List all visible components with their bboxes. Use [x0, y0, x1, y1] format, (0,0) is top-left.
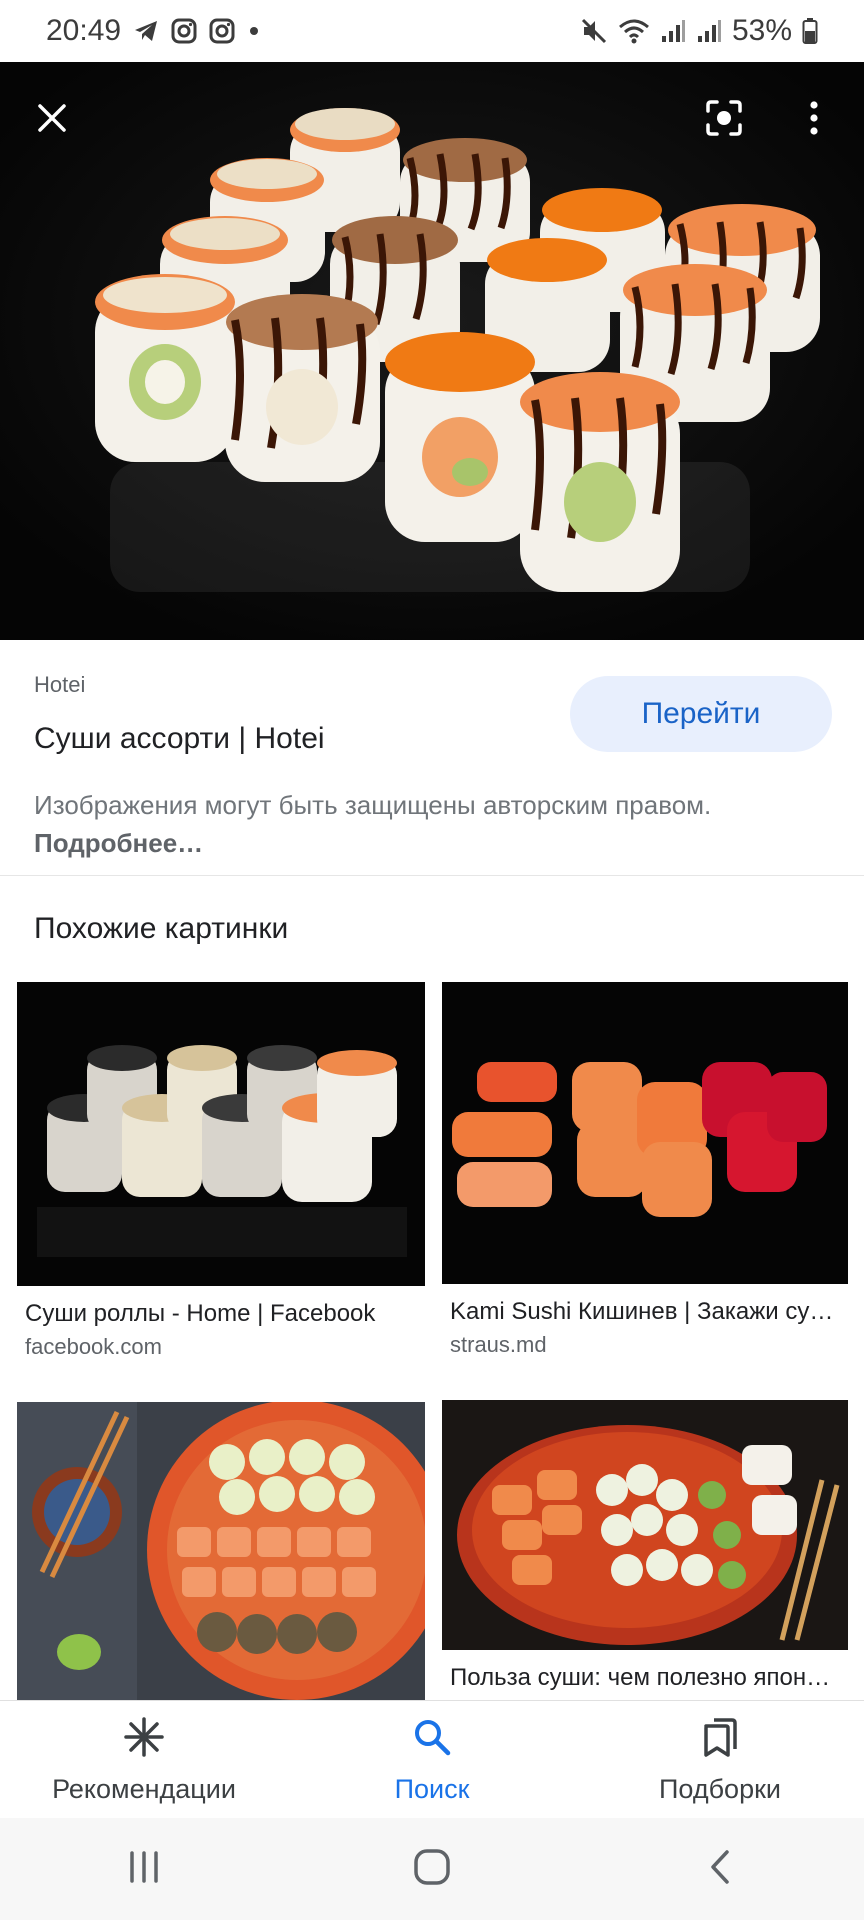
similar-image-title[interactable]: Kami Sushi Кишинев | Закажи суши...: [450, 1298, 840, 1326]
similar-heading: Похожие картинки: [34, 912, 289, 945]
nav-label: Рекомендации: [52, 1773, 236, 1804]
telegram-icon: [133, 19, 159, 43]
lens-icon: [705, 99, 743, 137]
signal-icon: [660, 18, 686, 44]
visit-button[interactable]: Перейти: [570, 676, 832, 752]
result-source[interactable]: Hotei: [34, 672, 85, 698]
more-vertical-icon: [808, 100, 820, 136]
nav-recommendations[interactable]: Рекомендации: [14, 1715, 274, 1805]
similar-image-card[interactable]: Польза суши: чем полезно японское...: [442, 1400, 848, 1692]
back-button[interactable]: [680, 1829, 760, 1909]
recent-apps-button[interactable]: [104, 1829, 184, 1909]
signal-icon: [696, 18, 722, 44]
hero-image[interactable]: [0, 62, 864, 640]
similar-image-title[interactable]: Польза суши: чем полезно японское...: [450, 1664, 840, 1692]
instagram-icon: [171, 18, 197, 44]
wifi-icon: [618, 17, 650, 45]
search-icon: [410, 1715, 454, 1766]
close-button[interactable]: [24, 90, 80, 146]
bottom-navigation: Рекомендации Поиск Подборки: [0, 1700, 864, 1818]
more-info-link[interactable]: Подробнее…: [34, 828, 203, 858]
dot-icon: [247, 24, 261, 38]
similar-image-thumb[interactable]: [442, 982, 848, 1284]
nav-label: Поиск: [394, 1773, 470, 1804]
similar-image-thumb[interactable]: [442, 1400, 848, 1650]
status-bar: 20:49 53%: [0, 0, 864, 62]
system-navigation-bar: [0, 1818, 864, 1920]
lens-button[interactable]: [696, 90, 752, 146]
result-title[interactable]: Суши ассорти | Hotei: [34, 722, 325, 756]
similar-image-domain: facebook.com: [25, 1334, 162, 1359]
home-button[interactable]: [392, 1829, 472, 1909]
mute-icon: [580, 17, 608, 45]
similar-image-card[interactable]: [17, 1402, 425, 1700]
collections-icon: [698, 1715, 742, 1766]
battery-percent: 53%: [731, 14, 792, 47]
similar-image-thumb[interactable]: [17, 1402, 425, 1700]
similar-image-card[interactable]: Kami Sushi Кишинев | Закажи суши... stra…: [442, 982, 848, 1358]
instagram-icon: [209, 18, 235, 44]
nav-label: Подборки: [659, 1773, 781, 1804]
recent-apps-icon: [124, 1850, 164, 1889]
status-time: 20:49: [46, 14, 122, 47]
battery-icon: [802, 17, 818, 45]
copyright-notice: Изображения могут быть защищены авторски…: [34, 786, 754, 862]
home-icon: [412, 1847, 452, 1892]
close-icon: [36, 102, 68, 134]
back-icon: [705, 1847, 735, 1892]
nav-search[interactable]: Поиск: [302, 1715, 562, 1805]
similar-image-title[interactable]: Суши роллы - Home | Facebook: [25, 1300, 415, 1328]
nav-collections[interactable]: Подборки: [590, 1715, 850, 1805]
asterisk-icon: [122, 1715, 166, 1766]
similar-image-thumb[interactable]: [17, 982, 425, 1286]
more-options-button[interactable]: [786, 90, 842, 146]
similar-image-card[interactable]: Суши роллы - Home | Facebook facebook.co…: [17, 982, 425, 1360]
copyright-text: Изображения могут быть защищены авторски…: [34, 790, 712, 820]
result-info: Hotei Суши ассорти | Hotei Перейти Изобр…: [0, 640, 864, 876]
similar-image-domain: straus.md: [450, 1332, 547, 1357]
